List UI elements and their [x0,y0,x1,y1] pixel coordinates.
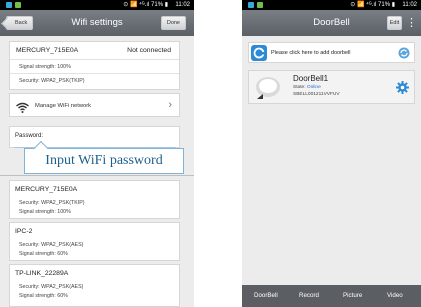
device-name: DoorBell1 [293,74,329,83]
tab-doorbell[interactable]: DoorBell [254,285,278,307]
tab-video[interactable]: Video [387,285,403,307]
doorbell-device-icon [254,74,282,107]
device-row[interactable]: DoorBell1 State: Online SBELL001211VVFUV [248,70,415,104]
current-network-ssid: MERCURY_715E0A [16,47,79,54]
wifi-icon [16,100,29,118]
device-state: State: Online [293,85,321,90]
network-security: Security: WPA2_PSK(AES) [19,242,84,248]
network-security: Security: WPA2_PSK(AES) [19,284,84,290]
connection-status: Not connected [127,47,171,54]
add-doorbell-row[interactable]: Please click here to add doorbell [248,42,415,63]
network-signal: Signal strength: 100% [19,209,71,215]
network-ssid: TP-LINK_22289A [15,270,69,277]
password-tooltip: Input WiFi password [24,148,184,174]
app-notification-icon [6,2,12,8]
status-icons: ⊙ 📶 ⁴ᴳ.ıl 71% ▮ [350,2,395,8]
status-time: 11:02 [402,2,417,8]
settings-gear-icon[interactable] [396,81,409,99]
device-id: SBELL001211VVFUV [293,92,340,97]
status-time: 11:02 [175,2,190,8]
current-network-signal: Signal strength: 100% [19,64,71,70]
back-button[interactable]: Back [6,16,34,30]
app-notification-icon [15,2,21,8]
more-menu-button[interactable]: ⋮ [406,16,417,30]
network-signal: Signal strength: 60% [19,251,68,257]
wifi-settings-screen: ⊙ 📶 ⁴ᴳ.ıl 71% ▮ 11:02 Wifi settings Back… [0,0,194,307]
add-doorbell-icon [251,45,267,61]
current-network-card: MERCURY_715E0A Not connected Signal stre… [9,41,180,90]
device-state-value: Online [306,85,321,90]
network-list-item[interactable]: MERCURY_715E0A Security: WPA2_PSK(TKIP) … [9,180,180,219]
status-bar: ⊙ 📶 ⁴ᴳ.ıl 71% ▮ 11:02 [0,0,194,10]
doorbell-screen: ⊙ 📶 ⁴ᴳ.ıl 71% ▮ 11:02 DoorBell Edit ⋮ Pl… [242,0,421,307]
network-security: Security: WPA2_PSK(TKIP) [19,200,85,206]
current-network-security: Security: WPA2_PSK(TKIP) [19,78,85,84]
password-card: Password: [9,126,180,148]
done-button[interactable]: Done [160,16,186,30]
app-notification-icon [257,2,263,8]
status-icons: ⊙ 📶 ⁴ᴳ.ıl 71% ▮ [123,2,168,8]
bottom-tab-bar: DoorBell Record Picture Video [242,285,421,307]
device-state-label: State: [293,85,306,90]
navbar: DoorBell Edit ⋮ [242,10,421,36]
network-ssid: MERCURY_715E0A [15,186,78,193]
manage-wifi-label: Manage WiFi network [35,103,92,109]
network-list-item[interactable]: TP-LINK_22289A Security: WPA2_PSK(AES) S… [9,264,180,307]
navbar: Wifi settings Back Done [0,10,194,36]
add-doorbell-prompt: Please click here to add doorbell [271,50,351,56]
password-label: Password: [15,133,44,139]
network-ssid: IPC-2 [15,228,33,235]
network-list-item[interactable]: IPC-2 Security: WPA2_PSK(AES) Signal str… [9,222,180,261]
refresh-icon[interactable] [397,46,411,65]
status-bar: ⊙ 📶 ⁴ᴳ.ıl 71% ▮ 11:02 [242,0,421,10]
tab-record[interactable]: Record [299,285,319,307]
tab-picture[interactable]: Picture [343,285,362,307]
app-notification-icon [248,2,254,8]
edit-button[interactable]: Edit [387,16,402,30]
manage-wifi-row[interactable]: Manage WiFi network › [9,93,180,117]
chevron-right-icon: › [168,99,172,111]
network-signal: Signal strength: 60% [19,293,68,299]
